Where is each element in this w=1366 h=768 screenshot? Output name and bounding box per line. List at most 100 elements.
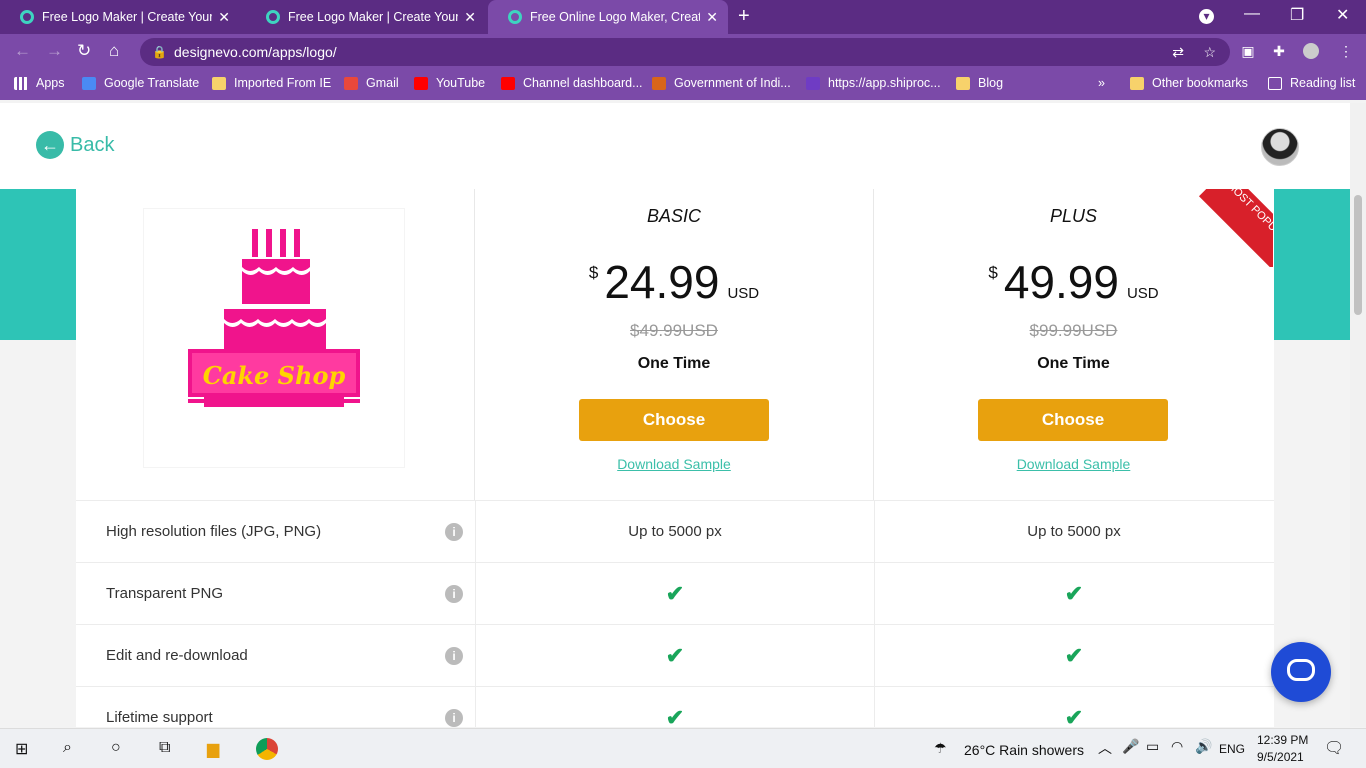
- page-content: ← Back Cake Shop BASIC $ 24.99 USD $49.9…: [0, 103, 1350, 727]
- clock-date[interactable]: 9/5/2021: [1257, 750, 1304, 764]
- reading-list-button[interactable]: Reading list: [1268, 76, 1355, 90]
- info-icon[interactable]: i: [445, 585, 463, 603]
- original-price: $99.99USD: [1029, 321, 1118, 340]
- check-icon: ✔: [475, 687, 874, 727]
- profile-avatar-icon[interactable]: [1303, 43, 1319, 59]
- download-sample-link[interactable]: Download Sample: [475, 456, 873, 472]
- cake-logo-image: Cake Shop: [188, 229, 360, 407]
- task-view-icon[interactable]: ⧉: [159, 739, 170, 757]
- close-window-icon[interactable]: ✕: [1336, 5, 1349, 25]
- plan-plus: MOST POPULAR PLUS $ 49.99 USD $99.99USD …: [874, 189, 1273, 501]
- browser-tab-active[interactable]: Free Online Logo Maker, Create L ✕: [488, 0, 728, 34]
- windows-start-icon[interactable]: ⊞: [15, 739, 28, 759]
- bookmark-label: Gmail: [366, 76, 399, 90]
- plan-name: PLUS: [1049, 206, 1098, 226]
- close-tab-icon[interactable]: ✕: [706, 9, 718, 26]
- address-bar[interactable]: 🔒 designevo.com/apps/logo/ ⇄ ☆: [140, 38, 1230, 66]
- microphone-icon[interactable]: 🎤: [1122, 738, 1139, 755]
- currency-symbol: $: [588, 263, 599, 282]
- bookmark-label: Channel dashboard...: [523, 76, 643, 90]
- check-icon: ✔: [475, 563, 874, 625]
- file-explorer-icon[interactable]: ▆: [207, 739, 219, 759]
- designevo-favicon-icon: [508, 10, 522, 24]
- close-tab-icon[interactable]: ✕: [464, 9, 476, 26]
- government-emblem-icon: [652, 76, 666, 90]
- logo-brand-text: Cake Shop: [203, 361, 346, 390]
- user-avatar[interactable]: [1261, 128, 1299, 166]
- extension-icon[interactable]: ▣: [1240, 43, 1256, 59]
- bookmark-youtube[interactable]: YouTube: [414, 76, 485, 90]
- designevo-favicon-icon: [266, 10, 280, 24]
- restore-icon[interactable]: ❐: [1290, 5, 1304, 25]
- cortana-circle-icon[interactable]: ○: [111, 739, 121, 757]
- plus-value: Up to 5000 px: [874, 501, 1273, 563]
- notification-center-icon[interactable]: 🗨: [1324, 738, 1344, 758]
- minimize-icon[interactable]: —: [1244, 5, 1260, 23]
- weather-text[interactable]: 26°C Rain showers: [964, 742, 1084, 758]
- billing-term: One Time: [637, 355, 711, 372]
- weather-rain-icon: ☂: [934, 740, 947, 756]
- google-translate-icon: [82, 76, 96, 90]
- feature-name: Transparent PNG: [106, 585, 223, 602]
- info-icon[interactable]: i: [445, 647, 463, 665]
- battery-icon[interactable]: ▭: [1146, 738, 1159, 755]
- live-chat-button[interactable]: [1271, 642, 1331, 702]
- bookmark-government-of-india[interactable]: Government of Indi...: [652, 76, 791, 90]
- language-indicator[interactable]: ENG: [1219, 742, 1245, 756]
- apps-grid-icon: [14, 76, 28, 90]
- more-bookmarks-chevron-icon[interactable]: »: [1098, 76, 1105, 90]
- bookmark-imported-from-ie[interactable]: Imported From IE: [212, 76, 331, 90]
- scrollbar-thumb[interactable]: [1354, 195, 1362, 315]
- youtube-icon: [414, 76, 428, 90]
- translate-icon[interactable]: ⇄: [1172, 38, 1184, 66]
- bookmark-google-translate[interactable]: Google Translate: [82, 76, 199, 90]
- folder-icon: [212, 76, 226, 90]
- reading-list-label: Reading list: [1290, 76, 1356, 90]
- original-price: $49.99USD: [630, 321, 718, 340]
- url-text: designevo.com/apps/logo/: [174, 44, 337, 60]
- menu-kebab-icon[interactable]: ⋮: [1338, 43, 1354, 59]
- new-tab-icon[interactable]: +: [738, 5, 750, 28]
- browser-tab[interactable]: Free Logo Maker | Create Your Lo ✕: [246, 0, 486, 34]
- bookmark-apps[interactable]: Apps: [14, 76, 65, 90]
- check-icon: ✔: [874, 687, 1273, 727]
- bookmark-star-icon[interactable]: ☆: [1203, 38, 1216, 66]
- tab-strip: Free Logo Maker | Create Your Lo ✕ Free …: [0, 0, 1366, 34]
- bookmark-label: Government of Indi...: [674, 76, 791, 90]
- lock-icon: 🔒: [152, 45, 167, 59]
- folder-icon: [956, 76, 970, 90]
- plan-basic: BASIC $ 24.99 USD $49.99USD One Time Cho…: [475, 189, 874, 501]
- back-button[interactable]: ← Back: [36, 131, 114, 159]
- info-icon[interactable]: i: [445, 523, 463, 541]
- back-arrow-icon[interactable]: ←: [14, 41, 31, 61]
- reload-icon[interactable]: ↻: [77, 41, 91, 61]
- bookmark-other-bookmarks[interactable]: Other bookmarks: [1130, 76, 1248, 90]
- bookmark-gmail[interactable]: Gmail: [344, 76, 399, 90]
- reading-list-icon: [1268, 76, 1282, 90]
- bookmark-channel-dashboard[interactable]: Channel dashboard...: [501, 76, 643, 90]
- choose-basic-button[interactable]: Choose: [579, 399, 769, 441]
- extensions-puzzle-icon[interactable]: ✚: [1271, 43, 1287, 59]
- billing-term: One Time: [1037, 355, 1110, 372]
- clock-time[interactable]: 12:39 PM: [1257, 733, 1308, 747]
- wifi-icon[interactable]: ◠: [1171, 738, 1183, 755]
- chat-bubble-icon: [1287, 659, 1315, 681]
- currency-symbol: $: [988, 263, 998, 282]
- search-icon[interactable]: ⌕: [63, 739, 72, 757]
- page-scrollbar[interactable]: [1350, 103, 1366, 727]
- home-icon[interactable]: ⌂: [109, 41, 119, 61]
- close-tab-icon[interactable]: ✕: [218, 9, 230, 26]
- download-sample-link[interactable]: Download Sample: [874, 456, 1273, 472]
- chrome-icon[interactable]: [256, 738, 278, 760]
- bookmark-blog[interactable]: Blog: [956, 76, 1003, 90]
- browser-tab[interactable]: Free Logo Maker | Create Your Lo ✕: [0, 0, 240, 34]
- info-icon[interactable]: i: [445, 709, 463, 727]
- bookmark-shiprocket[interactable]: https://app.shiproc...: [806, 76, 941, 90]
- price: $ 24.99 USD: [475, 255, 873, 309]
- show-hidden-icons-chevron-icon[interactable]: ︿: [1098, 738, 1112, 758]
- volume-icon[interactable]: 🔊: [1195, 738, 1212, 755]
- tab-search-icon[interactable]: ▾: [1199, 9, 1214, 24]
- check-icon: ✔: [874, 563, 1273, 625]
- forward-arrow-icon[interactable]: →: [46, 41, 63, 61]
- choose-plus-button[interactable]: Choose: [978, 399, 1168, 441]
